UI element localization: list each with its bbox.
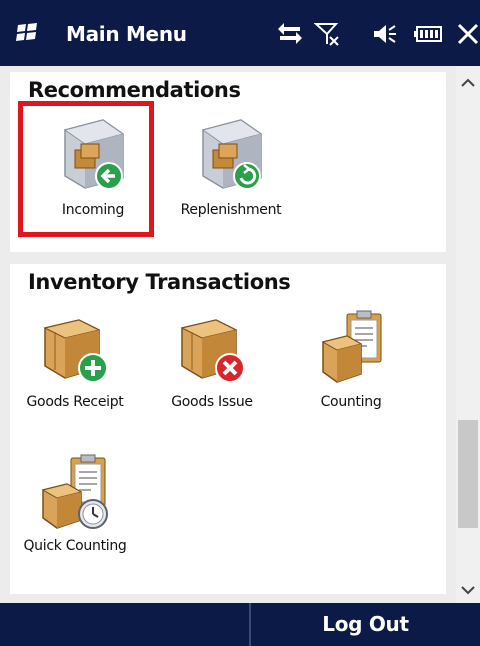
volume-icon[interactable] [372,22,398,46]
log-out-softkey[interactable]: Log Out [251,603,480,646]
no-signal-icon[interactable] [314,22,340,46]
connectivity-icon[interactable] [276,22,304,46]
counting-tile[interactable]: Counting [286,306,416,410]
quick-counting-label: Quick Counting [23,538,127,554]
title-bar: Main Menu [0,0,480,66]
goods-receipt-tile[interactable]: Goods Receipt [10,306,140,410]
windows-logo-icon[interactable] [16,22,38,42]
battery-icon[interactable] [414,22,444,46]
incoming-highlight-frame [18,101,154,237]
counting-icon [321,310,382,383]
goods-receipt-icon [43,319,108,383]
replenishment-tile[interactable]: Replenishment [166,114,296,218]
replenishment-box-icon [201,119,263,190]
window-title: Main Menu [66,22,187,46]
softkey-bar: Log Out [0,603,480,646]
counting-label: Counting [320,394,382,410]
left-softkey[interactable] [0,603,248,646]
inventory-title: Inventory Transactions [28,270,291,294]
scrollbar-thumb[interactable] [458,420,478,528]
quick-counting-tile[interactable]: Quick Counting [10,450,140,554]
vertical-scrollbar[interactable] [456,66,480,603]
scroll-down-icon[interactable] [456,581,480,599]
recommendations-title: Recommendations [28,78,241,102]
scroll-up-icon[interactable] [456,74,480,92]
inventory-panel: Inventory Transactions Goods Receipt Goo… [10,264,446,594]
quick-counting-icon [41,454,108,529]
goods-issue-icon [180,319,245,383]
goods-issue-tile[interactable]: Goods Issue [147,306,277,410]
goods-issue-label: Goods Issue [171,394,253,410]
goods-receipt-label: Goods Receipt [26,394,124,410]
close-icon[interactable] [456,22,480,46]
replenishment-label: Replenishment [180,202,282,218]
